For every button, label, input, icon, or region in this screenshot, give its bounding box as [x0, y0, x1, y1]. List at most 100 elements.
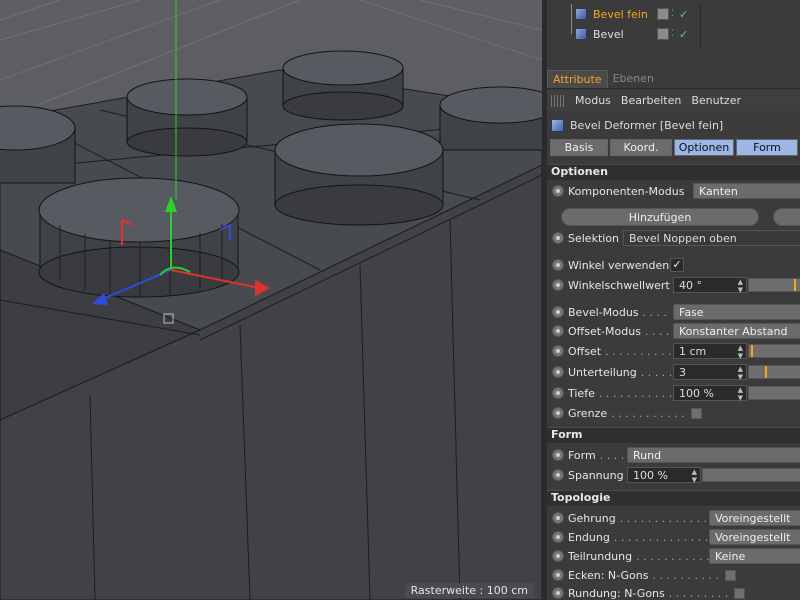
unterteilung-label: Unterteilung: [568, 365, 637, 379]
tiefe-slider[interactable]: [748, 386, 800, 400]
viewport-scene: [0, 0, 542, 600]
offset-modus-dots: . . . .: [644, 324, 670, 338]
animate-radio[interactable]: [552, 407, 564, 419]
animate-radio[interactable]: [552, 306, 564, 318]
unterteilung-dots: . . . . .: [640, 365, 673, 379]
winkel-verwenden-label: Winkel verwenden: [568, 258, 670, 272]
animate-radio[interactable]: [552, 345, 564, 357]
endung-dropdown[interactable]: Voreingestellt: [709, 529, 800, 545]
animate-radio[interactable]: [552, 387, 564, 399]
attribute-subtabs: Basis Koord. Optionen Form: [550, 139, 800, 157]
hinzufuegen-button[interactable]: Hinzufügen: [561, 208, 759, 226]
winkelschwellwert-input[interactable]: 40 ° ▲ ▼: [673, 277, 747, 294]
tab-attribute[interactable]: Attribute: [547, 70, 608, 88]
tab-ebenen[interactable]: Ebenen: [608, 70, 659, 88]
object-row-bevel-fein[interactable]: Bevel fein ⁚ ✓: [547, 4, 800, 24]
selektion-row: Selektion Bevel Noppen oben: [547, 228, 800, 248]
ecken-ngons-checkbox[interactable]: [724, 569, 736, 581]
stepper-arrows-icon[interactable]: ▲ ▼: [692, 468, 697, 484]
gehrung-dropdown[interactable]: Voreingestellt: [709, 510, 800, 526]
spannung-slider[interactable]: [702, 468, 800, 482]
slider-handle[interactable]: [764, 366, 767, 378]
animate-radio[interactable]: [552, 469, 564, 481]
subtab-koord[interactable]: Koord.: [610, 139, 672, 156]
spannung-input[interactable]: 100 % ▲ ▼: [627, 467, 701, 484]
subtab-form[interactable]: Form: [736, 139, 798, 156]
offset-slider[interactable]: [748, 344, 800, 358]
gehrung-label: Gehrung: [568, 511, 616, 525]
bevel-deformer-icon: [551, 118, 564, 132]
visibility-dots[interactable]: ⁚: [671, 9, 677, 19]
bevel-modus-row: Bevel-Modus . . . . Fase: [547, 302, 800, 322]
winkel-verwenden-checkbox[interactable]: ✓: [670, 258, 684, 272]
object-title: Bevel Deformer [Bevel fein]: [570, 118, 724, 132]
tiefe-input[interactable]: 100 % ▲ ▼: [673, 385, 747, 402]
animate-radio[interactable]: [552, 366, 564, 378]
stud-far-right: [439, 86, 542, 151]
grenze-checkbox[interactable]: [690, 407, 702, 419]
menu-benutzer[interactable]: Benutzer: [691, 94, 741, 107]
animate-radio[interactable]: [552, 512, 564, 524]
animate-radio[interactable]: [552, 279, 564, 291]
winkelschwellwert-slider[interactable]: [748, 278, 800, 292]
grip-icon[interactable]: [551, 94, 565, 107]
offset-modus-dropdown[interactable]: Konstanter Abstand: [673, 323, 800, 339]
subtab-basis[interactable]: Basis: [550, 139, 608, 156]
tag-icon[interactable]: [657, 8, 669, 20]
selektion-label: Selektion: [568, 231, 620, 245]
animate-radio[interactable]: [552, 232, 564, 244]
unterteilung-input[interactable]: 3 ▲ ▼: [673, 364, 747, 381]
form-dropdown[interactable]: Rund: [627, 447, 800, 463]
object-name[interactable]: Bevel: [593, 28, 653, 41]
komponenten-modus-label: Komponenten-Modus: [568, 184, 685, 198]
visibility-dots[interactable]: ⁚: [671, 29, 677, 39]
winkelschwellwert-row: Winkelschwellwert 40 ° ▲ ▼: [547, 275, 800, 295]
spannung-label: Spannung: [568, 468, 624, 482]
teilrundung-dropdown[interactable]: Keine: [709, 548, 800, 564]
section-optionen[interactable]: Optionen: [547, 164, 800, 180]
tiefe-label: Tiefe: [568, 386, 595, 400]
komponenten-modus-dropdown[interactable]: Kanten: [693, 183, 800, 199]
animate-radio[interactable]: [552, 185, 564, 197]
unterteilung-slider[interactable]: [748, 365, 800, 379]
offset-input[interactable]: 1 cm ▲ ▼: [673, 343, 747, 360]
enabled-check-icon[interactable]: ✓: [679, 8, 688, 21]
form-dots: . . . .: [599, 448, 625, 462]
animate-radio[interactable]: [552, 325, 564, 337]
stepper-arrows-icon[interactable]: ▲ ▼: [738, 344, 743, 360]
section-topologie[interactable]: Topologie: [547, 490, 800, 506]
stepper-arrows-icon[interactable]: ▲ ▼: [738, 386, 743, 402]
tag-icon[interactable]: [657, 28, 669, 40]
slider-handle[interactable]: [750, 345, 753, 357]
komponenten-modus-row: Komponenten-Modus Kanten: [547, 181, 800, 201]
animate-radio[interactable]: [552, 449, 564, 461]
3d-viewport[interactable]: Rasterweite : 100 cm: [0, 0, 542, 600]
animate-radio[interactable]: [552, 259, 564, 271]
object-name[interactable]: Bevel fein: [593, 8, 653, 21]
stepper-arrows-icon[interactable]: ▲ ▼: [738, 278, 743, 294]
grid-spacing-label: Rasterweite : 100 cm: [404, 583, 534, 598]
enabled-check-icon[interactable]: ✓: [679, 28, 688, 41]
rundung-ngons-checkbox[interactable]: [734, 587, 746, 599]
stepper-arrows-icon[interactable]: ▲ ▼: [738, 365, 743, 381]
slider-handle[interactable]: [794, 279, 797, 291]
section-form[interactable]: Form: [547, 427, 800, 443]
animate-radio[interactable]: [552, 569, 564, 581]
subtab-optionen[interactable]: Optionen: [674, 139, 734, 156]
animate-radio[interactable]: [552, 531, 564, 543]
teilrundung-label: Teilrundung: [568, 549, 633, 563]
selektion-field[interactable]: Bevel Noppen oben: [623, 230, 800, 246]
ecken-ngons-label: Ecken: N-Gons: [568, 568, 649, 582]
second-button[interactable]: [773, 208, 800, 226]
animate-radio[interactable]: [552, 550, 564, 562]
stud-front-selected[interactable]: [38, 177, 240, 298]
teilrundung-row: Teilrundung . . . . . . . . . . . . . Ke…: [547, 546, 800, 566]
unterteilung-row: Unterteilung . . . . . 3 ▲ ▼: [547, 362, 800, 382]
bevel-modus-dots: . . . .: [642, 305, 668, 319]
bevel-modus-dropdown[interactable]: Fase: [673, 304, 800, 320]
animate-radio[interactable]: [552, 587, 564, 599]
object-row-bevel[interactable]: Bevel ⁚ ✓: [547, 24, 800, 44]
grenze-dots: . . . . . . . . . . .: [611, 406, 685, 420]
menu-modus[interactable]: Modus: [575, 94, 611, 107]
menu-bearbeiten[interactable]: Bearbeiten: [621, 94, 681, 107]
